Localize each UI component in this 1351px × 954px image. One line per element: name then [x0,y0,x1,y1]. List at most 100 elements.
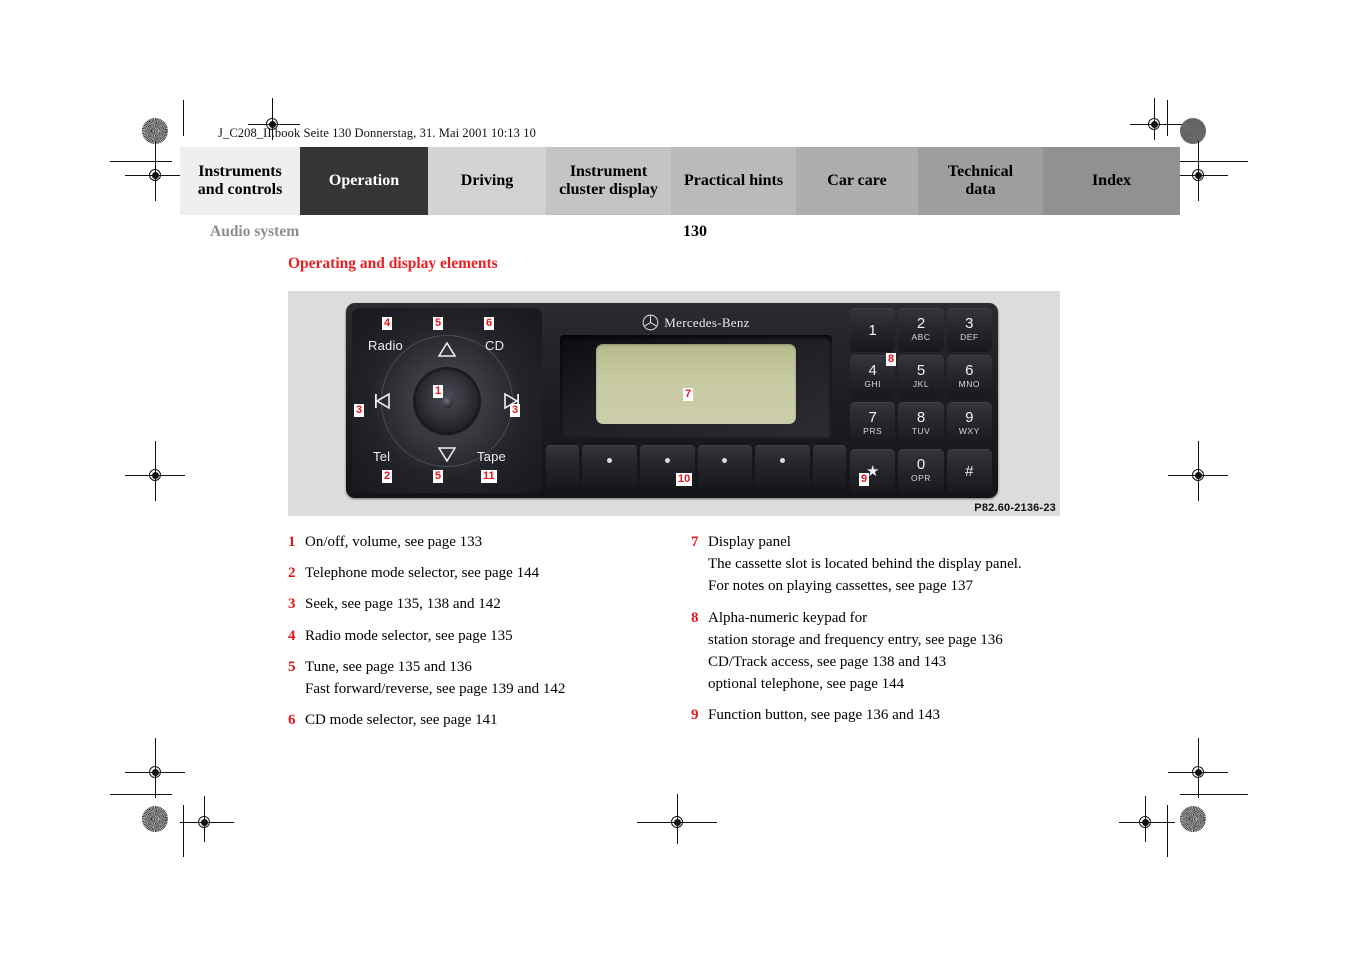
running-head: Audio system 130 [210,223,1180,245]
key-digit: 4 [868,362,877,380]
callout-6: 6 [484,317,495,330]
legend-item-text: Telephone mode selector, see page 144 [305,562,539,584]
legend-item-line: CD mode selector, see page 141 [305,712,498,729]
brand-row: Mercedes-Benz [546,314,846,331]
preset-button-edge-right[interactable] [813,445,846,489]
legend-item-number: 3 [288,596,296,613]
key-letters: ABC [911,332,931,343]
alphanumeric-keypad: 1 2 ABC 3 DEF 4 GHI 5 JKL 6 MNO 7 PRS 8 TUV 9 WXY ★ 0 OPR # [850,308,992,493]
key-2[interactable]: 2 ABC [898,308,944,352]
onoff-volume-knob[interactable] [416,369,478,432]
key-letters: PRS [863,426,883,437]
trim-line-right-horizontal [1180,161,1248,162]
legend-item-8: 8 Alpha-numeric keypad for station storage… [691,607,1081,696]
trim-line-bottom-right-vertical [1167,805,1168,857]
callout-2: 2 [382,470,393,483]
legend-item-number: 1 [288,534,296,550]
legend-item-line: For notes on playing cassettes, see page… [708,578,973,595]
callout-5: 5 [433,317,444,330]
legend-item-text: On/off, volume, see page 133 [305,531,482,553]
tune-up-button[interactable] [437,341,457,357]
tab-instrument-cluster-display[interactable]: Instrument cluster display [546,147,671,215]
legend-item-line: optional telephone, see page 144 [708,676,905,693]
chapter-tab-bar: Instruments and controls Operation Driving I… [180,147,1180,215]
legend-item-3: 3 Seek, see page 135, 138 and 142 [288,593,678,615]
control-cluster: Radio CD Tel Tape [352,308,542,493]
key-letters: GHI [864,379,881,390]
key-star[interactable]: ★ [850,449,896,493]
key-0[interactable]: 0 OPR [898,449,944,493]
registration-target-right [1168,141,1228,201]
tab-label: Index [1091,172,1132,190]
legend-item-line: The cassette slot is located behind the … [708,556,1022,573]
tab-operation[interactable]: Operation [300,147,428,215]
key-digit: 6 [965,362,974,380]
cd-mode-button-label[interactable]: CD [485,338,504,353]
key-6[interactable]: 6 MNO [946,355,992,399]
key-letters: JKL [912,379,930,390]
tab-car-care[interactable]: Car care [796,147,918,215]
key-digit: 2 [916,315,926,333]
center-panel: Mercedes-Benz [546,308,846,493]
legend-item-text: Tune, see page 135 and 136 Fast forward/r… [305,656,565,700]
tab-technical-data[interactable]: Technical data [918,147,1043,215]
callout-11: 11 [481,470,497,483]
registration-target-bottom-right-outer [1119,796,1175,842]
legend-item-number: 4 [288,627,296,644]
trim-line-bottom-right-horizontal [1180,794,1248,795]
legend-item-text: Radio mode selector, see page 135 [305,625,513,647]
preset-button-1[interactable] [582,445,637,489]
registration-target-bottom-left [125,738,185,798]
mercedes-star-icon [642,314,659,331]
key-letters: DEF [960,332,979,343]
key-1[interactable]: 1 [850,308,896,352]
key-7[interactable]: 7 PRS [850,402,896,446]
key-digit: 0 [916,456,926,474]
callout-3: 3 [510,404,521,417]
preset-button-3[interactable] [697,445,753,489]
callout-7: 7 [683,388,694,401]
tab-practical-hints[interactable]: Practical hints [671,147,796,215]
tel-mode-button-label[interactable]: Tel [373,449,390,464]
tab-index[interactable]: Index [1043,147,1180,215]
key-9[interactable]: 9 WXY [946,402,992,446]
legend-item-number: 5 [288,658,296,675]
display-bezel [560,335,832,438]
legend-item-text: Display panel The cassette slot is locate… [708,531,1022,598]
brand-name: Mercedes-Benz [664,314,750,330]
car-radio-unit: Radio CD Tel Tape Mercedes-Benz 1 2 ABC … [346,303,998,498]
key-letters: TUV [911,426,931,437]
tape-mode-button-label[interactable]: Tape [477,449,506,464]
radio-mode-button-label[interactable]: Radio [368,338,403,353]
key-3[interactable]: 3 DEF [946,308,992,352]
registration-target-middle-left [125,441,185,501]
preset-button-4[interactable] [755,445,810,489]
legend-item-1: 1 On/off, volume, see page 133 [288,531,678,553]
preset-dot-icon [722,458,728,463]
tab-instruments-and-controls[interactable]: Instruments and controls [180,147,300,215]
legend-item-line: Seek, see page 135, 138 and 142 [305,596,501,613]
key-8[interactable]: 8 TUV [898,402,944,446]
trim-line-left-horizontal [110,161,172,162]
key-hash[interactable]: # [946,449,992,493]
registration-target-bottom-right [1168,738,1228,798]
page-title: Operating and display elements [288,255,498,272]
key-5[interactable]: 5 JKL [898,355,944,399]
callout-9: 9 [859,473,870,486]
preset-button-edge-left[interactable] [546,445,579,489]
tab-label: Technical [947,163,1014,181]
tab-driving[interactable]: Driving [428,147,546,215]
tab-label: Driving [460,172,514,190]
preset-dot-icon [780,458,786,463]
legend-item-text: CD mode selector, see page 141 [305,709,498,731]
page-number: 130 [683,223,707,240]
legend-item-7: 7 Display panel The cassette slot is locat… [691,531,1081,598]
key-letters: OPR [911,473,931,484]
registration-target-top-right [1130,98,1182,140]
preset-button-row [546,445,846,489]
seek-previous-button[interactable] [372,391,392,411]
legend-item-9: 9 Function button, see page 136 and 143 [691,704,1081,726]
legend-item-line: Tune, see page 135 and 136 [305,658,472,675]
figure-audio-system: Radio CD Tel Tape Mercedes-Benz 1 2 ABC … [288,291,1060,516]
tune-down-button[interactable] [437,447,457,463]
